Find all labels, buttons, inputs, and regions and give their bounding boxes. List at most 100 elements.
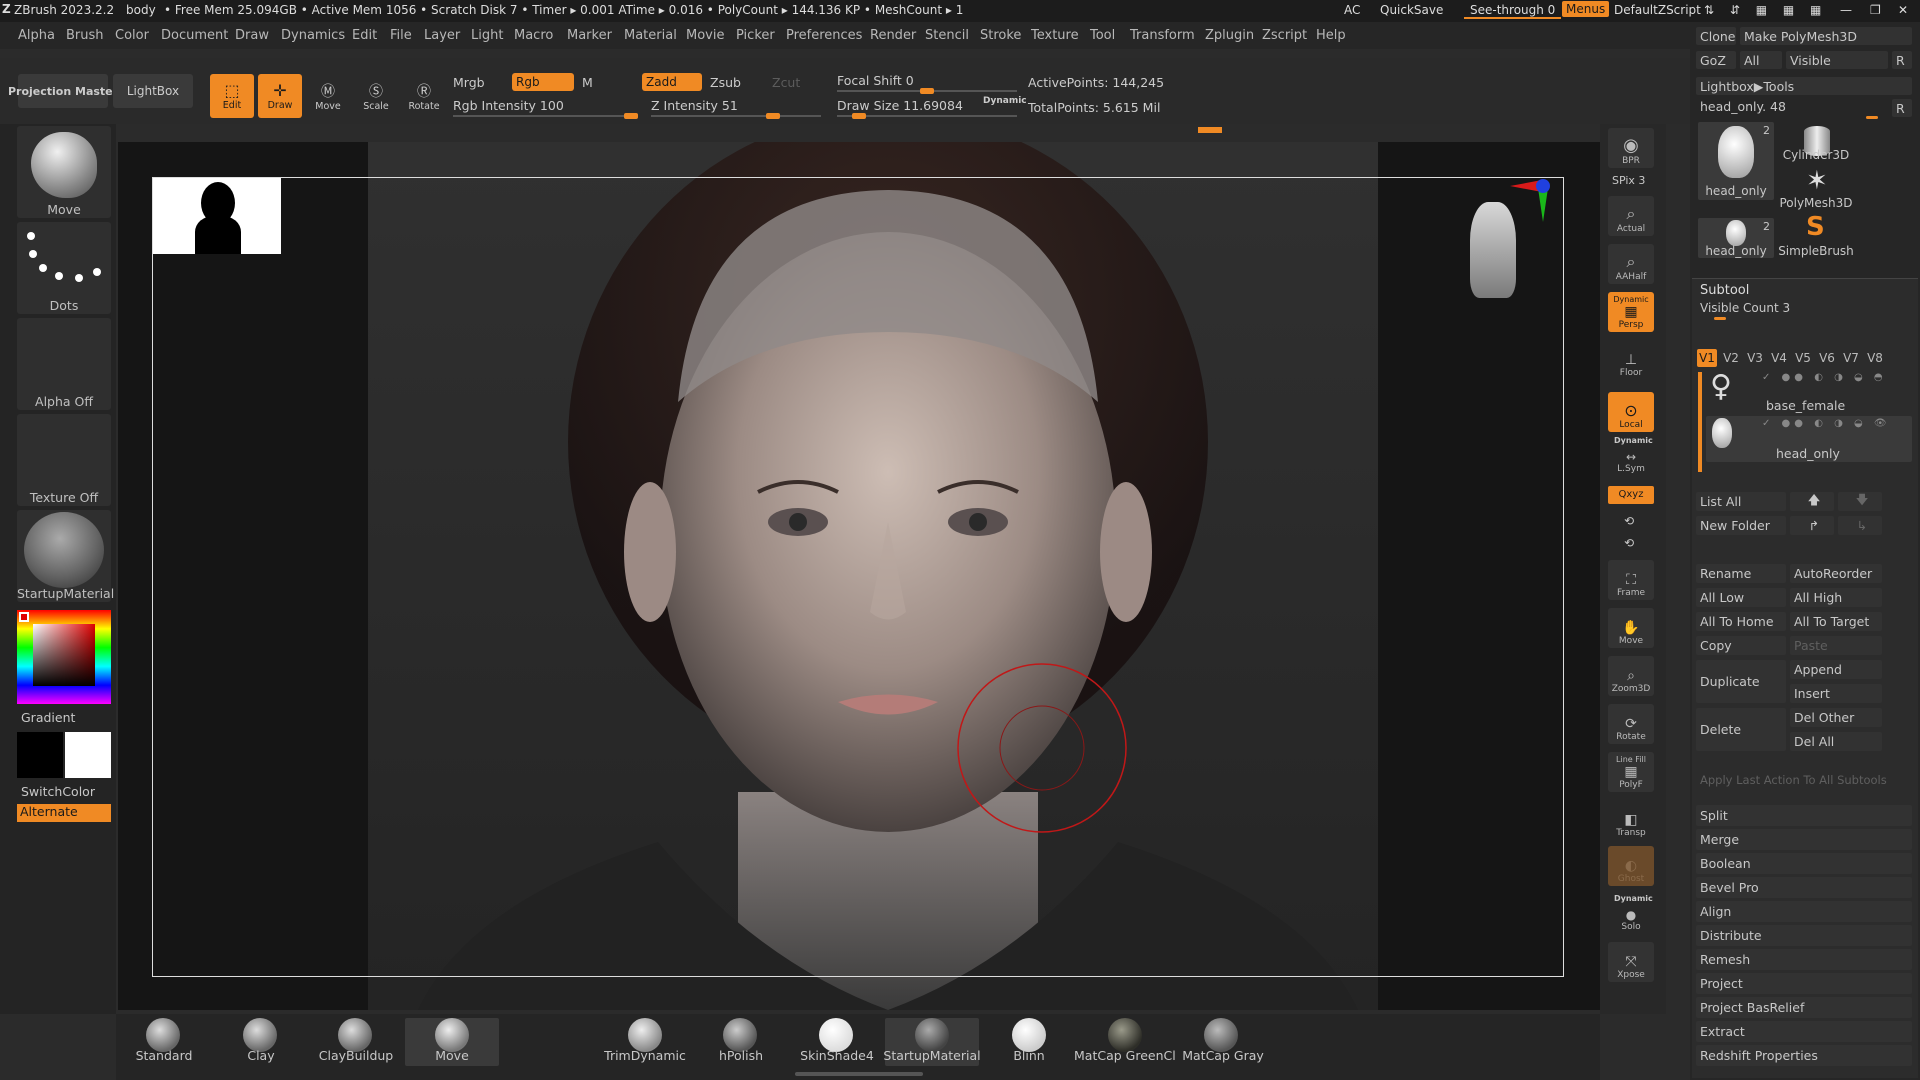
move-mode-button[interactable]: Ⓜ Move <box>306 74 350 118</box>
current-tool-r-button[interactable]: R <box>1892 99 1912 117</box>
visible-count-slider[interactable]: Visible Count 3 <box>1700 301 1790 315</box>
menu-render[interactable]: Render <box>870 28 916 43</box>
canvas-viewport[interactable] <box>118 142 1600 1010</box>
menu-document[interactable]: Document <box>161 28 228 43</box>
mrgb-button[interactable]: Mrgb <box>453 75 485 90</box>
aahalf-button[interactable]: ⌕ AAHalf <box>1608 244 1654 284</box>
tool-thumb-cylinder3d[interactable]: Cylinder3D <box>1778 122 1854 162</box>
stroke-selector[interactable]: Dots <box>17 222 111 314</box>
version-v6[interactable]: V6 <box>1817 349 1837 367</box>
solo-button[interactable]: ● Solo <box>1608 904 1654 934</box>
skinshade4-material-label[interactable]: SkinShade4 <box>796 1048 878 1063</box>
alternate-button[interactable]: Alternate <box>17 804 111 822</box>
alpha-selector[interactable]: Alpha Off <box>17 318 111 410</box>
version-v5[interactable]: V5 <box>1793 349 1813 367</box>
scale-mode-button[interactable]: Ⓢ Scale <box>354 74 398 118</box>
subtool-toggles-icon[interactable]: ✓ ●● ◐ ◑ ◒ ◓ <box>1762 372 1887 383</box>
persp-button[interactable]: Dynamic ▦ Persp <box>1608 292 1654 332</box>
lightbox-button[interactable]: LightBox <box>113 74 193 108</box>
rgb-intensity-slider[interactable]: Rgb Intensity 100 <box>453 98 564 113</box>
clay-brush-label[interactable]: Clay <box>225 1048 297 1063</box>
layout-icons[interactable]: ⇅ ⇵ ▦ ▦ ▦ <box>1704 3 1827 17</box>
sym-rotate-icons[interactable]: ⟲ ⟲ <box>1624 510 1634 554</box>
menu-material[interactable]: Material <box>624 28 677 43</box>
apply-last-action-button[interactable]: Apply Last Action To All Subtools <box>1696 770 1912 789</box>
split-section[interactable]: Split <box>1696 805 1912 826</box>
del-other-button[interactable]: Del Other <box>1790 708 1882 727</box>
toolbar-scroll-indicator[interactable] <box>1198 127 1222 133</box>
bevel-pro-section[interactable]: Bevel Pro <box>1696 877 1912 898</box>
matcap-gray-material-icon[interactable] <box>1204 1018 1238 1052</box>
blinn-material-label[interactable]: Blinn <box>993 1048 1065 1063</box>
remesh-section[interactable]: Remesh <box>1696 949 1912 970</box>
move-brush-shelf-label[interactable]: Move <box>416 1048 488 1063</box>
standard-brush-label[interactable]: Standard <box>128 1048 200 1063</box>
matcap-gray-material-label[interactable]: MatCap Gray <box>1178 1048 1268 1063</box>
all-low-button[interactable]: All Low <box>1696 588 1786 607</box>
secondary-color-swatch[interactable] <box>65 732 111 778</box>
version-v2[interactable]: V2 <box>1721 349 1741 367</box>
all-high-button[interactable]: All High <box>1790 588 1882 607</box>
extract-section[interactable]: Extract <box>1696 1021 1912 1042</box>
new-folder-button[interactable]: New Folder <box>1696 516 1786 535</box>
menu-zplugin[interactable]: Zplugin <box>1205 28 1254 43</box>
bpr-button[interactable]: ◉ BPR <box>1608 128 1654 168</box>
align-section[interactable]: Align <box>1696 901 1912 922</box>
version-v1[interactable]: V1 <box>1697 349 1717 367</box>
tool-thumb-polymesh3d[interactable]: ✶ PolyMesh3D <box>1778 166 1854 210</box>
hpolish-material-icon[interactable] <box>723 1018 757 1052</box>
version-v4[interactable]: V4 <box>1769 349 1789 367</box>
project-section[interactable]: Project <box>1696 973 1912 994</box>
zadd-button[interactable]: Zadd <box>642 73 702 91</box>
boolean-section[interactable]: Boolean <box>1696 853 1912 874</box>
polyf-button[interactable]: Line Fill ▦ PolyF <box>1608 752 1654 792</box>
merge-section[interactable]: Merge <box>1696 829 1912 850</box>
hpolish-material-label[interactable]: hPolish <box>705 1048 777 1063</box>
current-tool-slider[interactable]: head_only. 48 <box>1700 99 1786 114</box>
folder-out-button[interactable]: ↳ <box>1838 516 1882 535</box>
goz-visible-button[interactable]: Visible <box>1786 51 1888 69</box>
visible-count-knob[interactable] <box>1714 317 1726 320</box>
quicksave-button[interactable]: QuickSave <box>1380 3 1443 17</box>
blinn-material-icon[interactable] <box>1012 1018 1046 1052</box>
matcap-greencl-material-label[interactable]: MatCap GreenCl <box>1074 1048 1176 1063</box>
draw-button[interactable]: ✛ Draw <box>258 74 302 118</box>
project-basrelief-section[interactable]: Project BasRelief <box>1696 997 1912 1018</box>
focal-shift-slider[interactable]: Focal Shift 0 <box>837 73 914 88</box>
bottom-shelf-scroll-handle[interactable] <box>795 1072 923 1076</box>
rotate-view-button[interactable]: ⟳ Rotate <box>1608 704 1654 744</box>
actual-button[interactable]: ⌕ Actual <box>1608 196 1654 236</box>
menu-tool[interactable]: Tool <box>1090 28 1115 43</box>
menu-help[interactable]: Help <box>1316 28 1346 43</box>
minimize-icon[interactable]: — <box>1840 3 1852 17</box>
frame-button[interactable]: ⛶ Frame <box>1608 560 1654 600</box>
move-brush-shelf-icon[interactable] <box>435 1018 469 1052</box>
z-intensity-slider[interactable]: Z Intensity 51 <box>651 98 738 113</box>
redshift-properties-section[interactable]: Redshift Properties <box>1696 1045 1912 1066</box>
menus-toggle[interactable]: Menus <box>1562 1 1610 17</box>
gradient-label[interactable]: Gradient <box>21 710 75 725</box>
current-tool-knob[interactable] <box>1866 116 1878 119</box>
menu-macro[interactable]: Macro <box>514 28 553 43</box>
material-selector[interactable]: StartupMaterial <box>17 510 114 602</box>
menu-preferences[interactable]: Preferences <box>786 28 862 43</box>
axis-gizmo[interactable] <box>1502 170 1572 240</box>
ghost-button[interactable]: ◐ Ghost <box>1608 846 1654 886</box>
rename-button[interactable]: Rename <box>1696 564 1786 583</box>
distribute-section[interactable]: Distribute <box>1696 925 1912 946</box>
goz-all-button[interactable]: All <box>1740 51 1782 69</box>
claybuildup-brush-icon[interactable] <box>338 1018 372 1052</box>
zcut-button[interactable]: Zcut <box>772 75 800 90</box>
subtool-toggles-icon-2[interactable]: ✓ ●● ◐ ◑ ◒ 👁 <box>1762 418 1891 429</box>
move-view-button[interactable]: ✋ Move <box>1608 608 1654 648</box>
menu-texture[interactable]: Texture <box>1031 28 1079 43</box>
move-down-button[interactable]: 🡇 <box>1838 492 1882 511</box>
standard-brush-icon[interactable] <box>146 1018 180 1052</box>
primary-color-swatch[interactable] <box>17 732 63 778</box>
rgb-intensity-knob[interactable] <box>624 113 638 119</box>
default-zscript-button[interactable]: DefaultZScript <box>1614 3 1701 17</box>
menu-brush[interactable]: Brush <box>66 28 104 43</box>
claybuildup-brush-label[interactable]: ClayBuildup <box>316 1048 396 1063</box>
subtool-item-base-female[interactable]: ♀ ✓ ●● ◐ ◑ ◒ ◓ base_female <box>1706 370 1912 414</box>
edit-button[interactable]: ⬚ Edit <box>210 74 254 118</box>
